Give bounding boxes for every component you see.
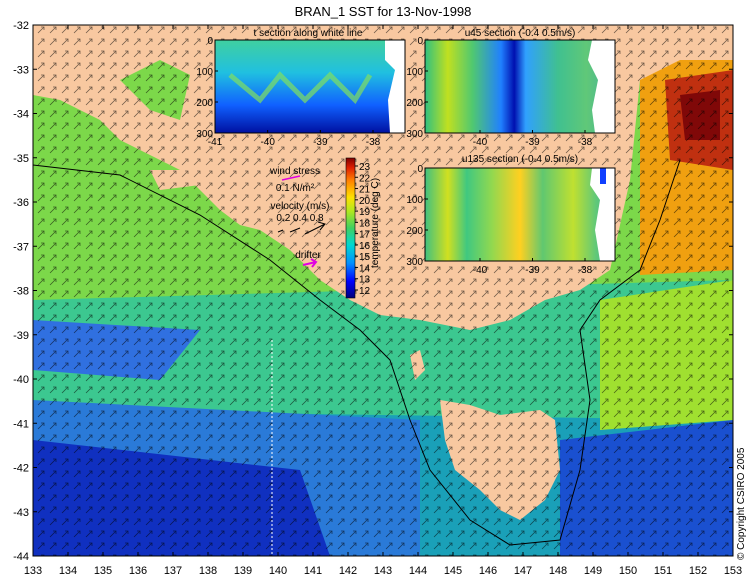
lon-tick-label: 143 (374, 565, 392, 577)
t-section-title: t section along white line (254, 28, 363, 39)
lon-tick-label: 152 (689, 565, 707, 577)
wind-stress-label: wind stress (269, 166, 320, 177)
colorbar-tick-label: 19 (359, 207, 371, 218)
inset-y-tick-label: 100 (406, 67, 423, 78)
wind-stress-scale: 0.1 N/m² (276, 183, 315, 194)
colorbar-tick-label: 23 (359, 162, 371, 173)
inset-y-tick-label: 100 (196, 67, 213, 78)
lon-tick-label: 144 (409, 565, 427, 577)
lon-tick-label: 147 (514, 565, 532, 577)
lat-tick-label: -41 (13, 418, 29, 430)
lon-tick-label: 140 (269, 565, 287, 577)
u135-section-title: u135 section (-0.4 0.5m/s) (462, 154, 578, 165)
u45-section-inset: u45 section (-0.4 0.5m/s) -40 -39 -38 0 100 2… (406, 28, 616, 148)
lat-tick-label: -44 (13, 551, 29, 563)
lon-tick-label: 136 (129, 565, 147, 577)
inset-x-tick-label: -39 (525, 265, 540, 276)
inset-x-tick-label: -38 (578, 265, 593, 276)
lat-tick-label: -40 (13, 374, 29, 386)
lon-tick-label: 137 (164, 565, 182, 577)
inset-x-tick-label: -40 (260, 137, 275, 148)
lon-tick-label: 135 (94, 565, 112, 577)
lat-tick-label: -34 (13, 109, 29, 121)
inset-y-tick-label: 200 (196, 98, 213, 109)
lon-tick-label: 150 (619, 565, 637, 577)
lon-tick-label: 139 (234, 565, 252, 577)
u45-section-plot (425, 40, 615, 133)
velocity-scale: 0.2 0.4 0.8 (276, 213, 324, 224)
velocity-label: velocity (m/s) (271, 201, 330, 212)
inset-y-tick-label: 0 (417, 36, 423, 47)
colorbar-tick-label: 13 (359, 275, 371, 286)
lon-tick-label: 148 (549, 565, 567, 577)
inset-x-tick-label: -39 (525, 137, 540, 148)
colorbar-tick-label: 22 (359, 173, 371, 184)
colorbar-tick-label: 12 (359, 286, 371, 297)
colorbar-tick-label: 18 (359, 218, 371, 229)
lat-tick-label: -39 (13, 330, 29, 342)
lon-tick-label: 149 (584, 565, 602, 577)
lon-tick-label: 153 (724, 565, 742, 577)
inset-y-tick-label: 0 (207, 36, 213, 47)
inset-x-tick-label: -40 (473, 265, 488, 276)
inset-x-tick-label: -38 (366, 137, 381, 148)
inset-y-tick-label: 200 (406, 98, 423, 109)
lat-tick-label: -32 (13, 20, 29, 32)
lat-tick-label: -35 (13, 153, 29, 165)
lat-tick-label: -37 (13, 241, 29, 253)
lon-tick-label: 146 (479, 565, 497, 577)
inset-y-tick-label: 300 (196, 129, 213, 140)
lat-tick-label: -36 (13, 197, 29, 209)
lon-tick-label: 134 (59, 565, 77, 577)
colorbar-tick-label: 17 (359, 230, 371, 241)
colorbar-tick-label: 20 (359, 196, 371, 207)
lat-tick-label: -42 (13, 463, 29, 475)
colorbar-tick-label: 21 (359, 185, 371, 196)
inset-x-tick-label: -39 (313, 137, 328, 148)
lon-tick-label: 138 (199, 565, 217, 577)
inset-y-tick-label: 300 (406, 129, 423, 140)
u135-section-inset: u135 section (-0.4 0.5m/s) -40 -39 -38 0 100… (406, 154, 616, 276)
lon-tick-label: 151 (654, 565, 672, 577)
lon-tick-label: 145 (444, 565, 462, 577)
inset-y-tick-label: 300 (406, 257, 423, 268)
copyright-text: © Copyright CSIRO 2005 (736, 447, 747, 560)
lon-tick-label: 141 (304, 565, 322, 577)
inset-y-tick-label: 100 (406, 195, 423, 206)
lat-tick-label: -33 (13, 64, 29, 76)
u135-section-plot (425, 168, 615, 261)
u45-section-title: u45 section (-0.4 0.5m/s) (465, 28, 576, 39)
lon-tick-label: 142 (339, 565, 357, 577)
map-title: BRAN_1 SST for 13-Nov-1998 (295, 4, 472, 19)
colorbar-tick-label: 15 (359, 252, 371, 263)
inset-x-tick-label: -38 (578, 137, 593, 148)
inset-y-tick-label: 200 (406, 226, 423, 237)
lat-tick-label: -38 (13, 286, 29, 298)
inset-y-tick-label: 0 (417, 164, 423, 175)
lon-tick-label: 133 (24, 565, 42, 577)
inset-x-tick-label: -40 (473, 137, 488, 148)
lat-tick-label: -43 (13, 507, 29, 519)
t-section-inset: t section along white line -41 -40 -39 -380… (196, 28, 406, 148)
sst-map-figure: BRAN_1 SST for 13-Nov-1998 133 134 135 136 1… (13, 4, 747, 577)
drifter-label: drifter (295, 250, 321, 261)
colorbar-label: temperature (deg C) (370, 178, 381, 268)
colorbar-tick-label: 16 (359, 241, 371, 252)
colorbar-tick-label: 14 (359, 263, 371, 274)
